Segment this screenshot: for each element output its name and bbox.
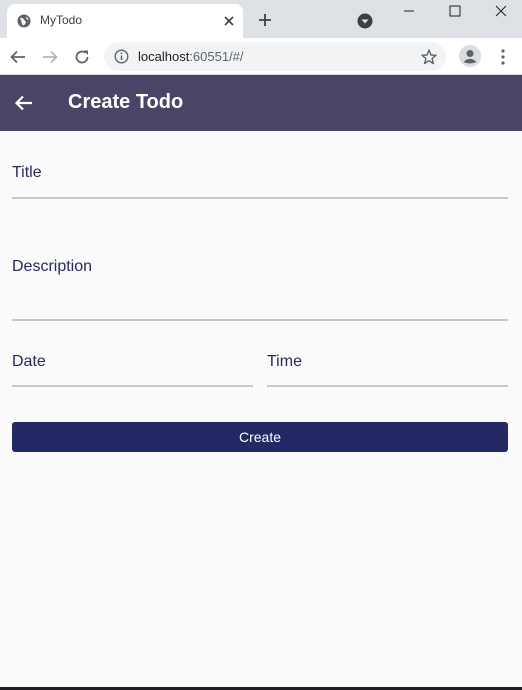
app-bar: Create Todo (0, 75, 522, 131)
page-title: Create Todo (68, 91, 184, 113)
time-underline (267, 385, 508, 387)
reload-icon[interactable] (73, 48, 91, 66)
date-underline (12, 385, 253, 387)
arrow-right-icon[interactable] (41, 48, 59, 66)
time-label: Time (267, 353, 302, 370)
url-text: localhost:60551/#/ (138, 49, 244, 64)
minimize-icon[interactable] (400, 2, 418, 20)
description-label: Description (12, 258, 93, 275)
arrow-left-icon[interactable] (9, 48, 27, 66)
url-host: localhost (138, 49, 190, 64)
dropdown-circle-icon[interactable] (357, 13, 373, 29)
browser-tab[interactable]: MyTodo (7, 4, 243, 38)
kebab-menu-icon[interactable] (496, 48, 510, 66)
star-icon[interactable] (420, 48, 438, 66)
url-path: :60551/#/ (189, 49, 244, 64)
description-underline (12, 319, 508, 321)
profile-icon[interactable] (458, 44, 482, 68)
title-label: Title (12, 164, 42, 181)
tab-title: MyTodo (40, 13, 83, 27)
create-button[interactable]: Create (12, 422, 508, 452)
close-icon[interactable] (221, 13, 237, 29)
window-close-icon[interactable] (492, 2, 510, 20)
address-bar[interactable]: localhost:60551/#/ (104, 42, 446, 71)
arrow-left-icon[interactable] (14, 93, 34, 113)
date-label: Date (12, 353, 46, 370)
info-icon[interactable] (114, 49, 129, 64)
browser-tab-strip: MyTodo (0, 0, 522, 38)
maximize-icon[interactable] (446, 2, 464, 20)
globe-icon (17, 14, 31, 28)
plus-icon[interactable] (257, 12, 273, 28)
browser-toolbar: localhost:60551/#/ (0, 38, 522, 75)
title-underline (12, 197, 508, 199)
